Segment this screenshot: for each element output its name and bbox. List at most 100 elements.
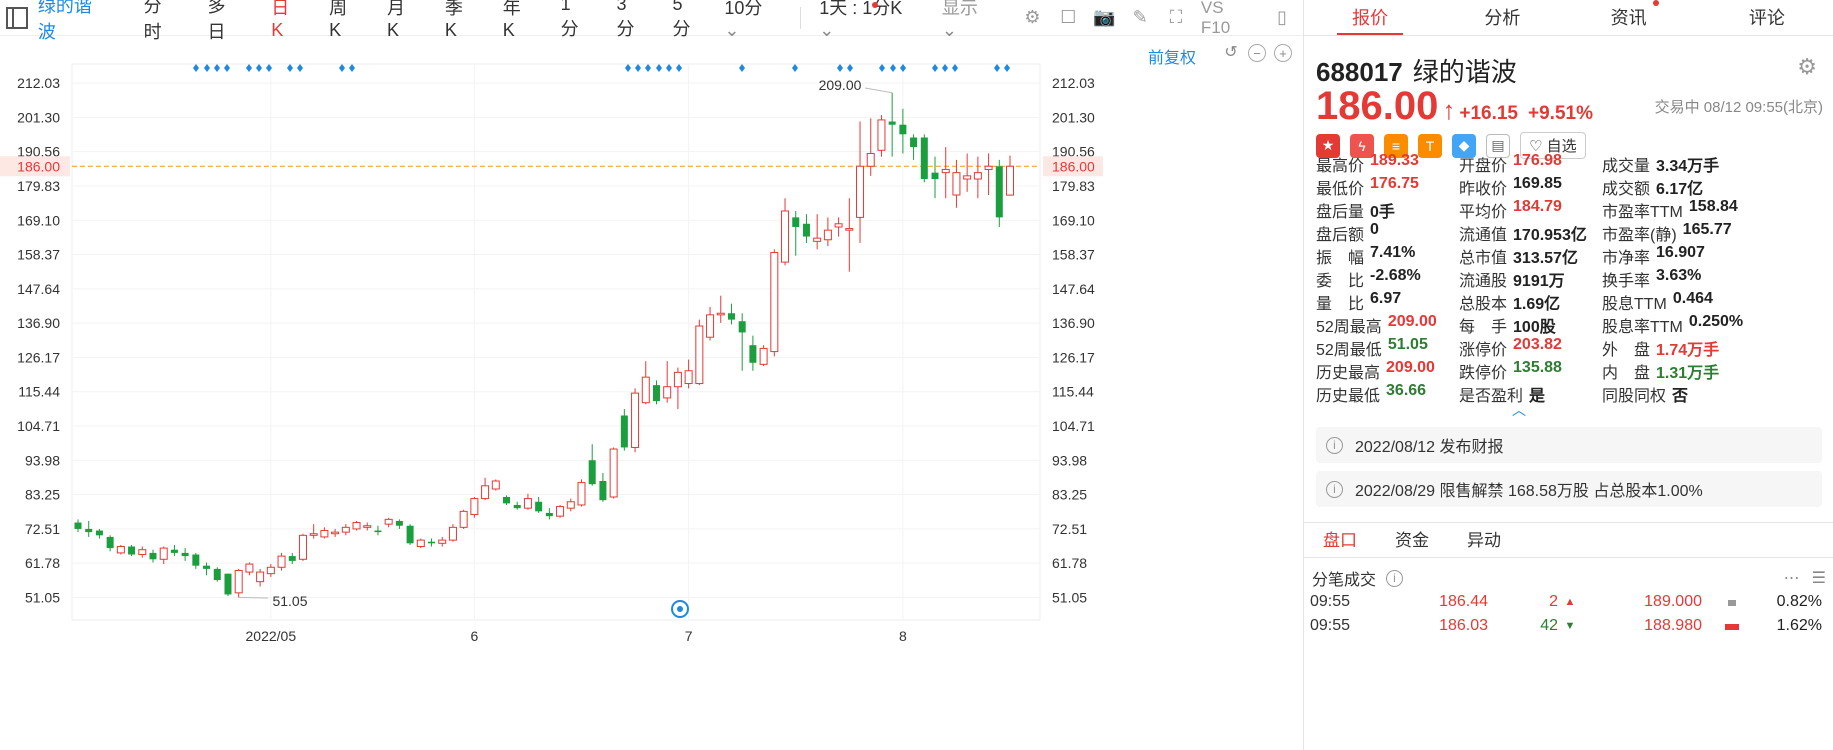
tab-day-k[interactable]: 日K: [271, 0, 301, 41]
y-tick-label-right: 61.78: [1052, 555, 1087, 571]
low-annotation-line: [238, 596, 269, 599]
candle-body-up: [256, 571, 265, 583]
camera-icon[interactable]: 📷: [1093, 7, 1115, 29]
candle-body-up: [523, 498, 532, 509]
tab-funds[interactable]: 资金: [1376, 523, 1448, 557]
tab-movements[interactable]: 异动: [1448, 523, 1520, 557]
tab-quarter-k[interactable]: 季K: [445, 0, 475, 41]
candle-body-up: [973, 172, 982, 180]
y-tick-label-right: 147.64: [1052, 281, 1095, 297]
settings-icon[interactable]: ⚙: [1022, 7, 1044, 29]
tab-1min[interactable]: 1分: [561, 0, 589, 41]
quote-value: 1.31万手: [1656, 364, 1720, 382]
candle-body-up: [331, 531, 340, 535]
candle-body-up: [266, 566, 275, 575]
quote-label: 市盈率TTM: [1602, 203, 1683, 221]
book-pct: 1.62%: [1776, 617, 1822, 634]
tab-10min[interactable]: 10分: [724, 0, 782, 41]
tab-month-k[interactable]: 月K: [387, 0, 417, 41]
tick-price: 186.44: [1439, 593, 1488, 610]
candle-body-down: [128, 546, 136, 555]
candle-body-up: [320, 530, 329, 538]
candle-body-down: [888, 121, 896, 125]
candle-body-down: [203, 565, 211, 569]
y-tick-label-left: 201.30: [17, 109, 60, 125]
candle-body-down: [395, 520, 403, 526]
kline-chart[interactable]: 212.03 212.03201.30 201.30190.56 190.56179.…: [0, 36, 1117, 750]
notice-unlock[interactable]: i 2022/08/29 限售解禁 168.58万股 占总股本1.00%: [1316, 471, 1822, 507]
display-dropdown[interactable]: 显示: [942, 0, 998, 41]
candle-body-up: [1006, 165, 1014, 196]
quote-cell: 同股同权否: [1602, 382, 1812, 406]
candle-body-up: [341, 526, 350, 533]
tick-volume: 2: [1549, 593, 1558, 610]
y-tick-label-right: 136.90: [1052, 315, 1095, 331]
quote-value: 189.33: [1370, 151, 1419, 169]
pencil-icon[interactable]: ✎: [1129, 7, 1151, 29]
candle-body-up: [138, 549, 147, 555]
y-tick-label-left: 212.03: [17, 75, 60, 91]
candle-body-up: [716, 312, 725, 316]
quote-cell: 委 比 -2.68%: [1316, 267, 1459, 291]
quote-label: 开盘价: [1459, 157, 1508, 175]
y-tick-label-right: 179.83: [1052, 178, 1095, 194]
tab-week-k[interactable]: 周K: [329, 0, 359, 41]
candle-body-up: [845, 228, 854, 231]
tab-quote[interactable]: 报价: [1304, 0, 1436, 35]
candle-body-up: [952, 172, 961, 196]
y-tick-label-right: 115.44: [1052, 384, 1094, 400]
undo-icon[interactable]: ↺: [1222, 44, 1240, 62]
list-icon[interactable]: ☰: [1812, 568, 1826, 588]
f10-button[interactable]: VS F10: [1201, 0, 1257, 37]
stock-name: 绿的谐波: [1412, 57, 1517, 87]
zoom-out-icon[interactable]: −: [1248, 44, 1266, 62]
quote-label: 流通值: [1459, 226, 1508, 244]
notice-text: 2022/08/29 限售解禁 168.58万股 占总股本1.00%: [1355, 483, 1703, 500]
notice-text: 2022/08/12 发布财报: [1355, 439, 1504, 456]
panel-settings-icon[interactable]: ⚙: [1797, 54, 1817, 80]
event-marker-icon: [1004, 64, 1010, 72]
price-change-pct: +9.51%: [1528, 103, 1593, 124]
tab-comments[interactable]: 评论: [1701, 0, 1833, 35]
candle-body-up: [641, 376, 650, 404]
candle-body-up: [309, 533, 318, 536]
indicator-box-icon[interactable]: ☐: [1057, 7, 1079, 29]
tab-3min[interactable]: 3分: [617, 0, 645, 41]
event-marker-icon: [256, 64, 262, 72]
fullscreen-icon[interactable]: ⛶: [1165, 7, 1187, 29]
quote-cell: 最低价 176.75: [1316, 175, 1459, 199]
event-marker-icon: [645, 64, 651, 72]
candle-body-up: [984, 165, 993, 170]
candle-body-down: [213, 568, 221, 581]
restore-adjust-button[interactable]: 前复权: [1148, 44, 1196, 68]
event-marker-icon: [739, 64, 745, 72]
trade-ticks-header: 分笔成交 i ⋯ ☰: [1312, 566, 1826, 590]
kline-chart-area: 212.03 212.03 201.30 201.30 190.56 190.56 179.…: [0, 36, 1303, 750]
y-tick-label-left: 147.64: [17, 281, 60, 297]
tab-news[interactable]: 资讯: [1569, 0, 1701, 35]
quote-row: 委 比 -2.68% 流通股 9191万 换手率 3.63%: [1316, 267, 1826, 290]
tab-pankou[interactable]: 盘口: [1304, 523, 1376, 557]
notice-report[interactable]: i 2022/08/12 发布财报: [1316, 427, 1822, 463]
y-tick-label-right: 83.25: [1052, 487, 1087, 503]
collapse-chevron-icon[interactable]: ︿: [1512, 400, 1526, 420]
candle-body-up: [781, 210, 790, 263]
tick-time: 09:55: [1310, 617, 1351, 634]
quote-cell: 量 比 6.97: [1316, 290, 1459, 314]
low-annotation-label: 51.05: [272, 593, 307, 609]
event-marker-icon: [900, 64, 906, 72]
tab-year-k[interactable]: 年K: [503, 0, 533, 41]
quote-row: 最低价 176.75 昨收价 169.85 成交额 6.17亿: [1316, 175, 1826, 198]
info-icon[interactable]: i: [1386, 569, 1404, 587]
candle-body-up: [298, 534, 307, 560]
period-dropdown[interactable]: 1天 : 1分K: [819, 0, 922, 41]
quote-value: 209.00: [1387, 312, 1437, 330]
zoom-in-icon[interactable]: +: [1274, 44, 1292, 62]
more-icon[interactable]: ⋯: [1784, 568, 1800, 588]
trade-ticks-tools: ⋯ ☰: [1784, 568, 1826, 588]
tab-analysis[interactable]: 分析: [1436, 0, 1568, 35]
y-tick-label-left: 169.10: [17, 212, 60, 228]
panel-toggle-icon[interactable]: ▯: [1271, 7, 1293, 29]
sidebar-toggle-icon[interactable]: [6, 6, 28, 29]
tab-5min[interactable]: 5分: [672, 0, 700, 41]
